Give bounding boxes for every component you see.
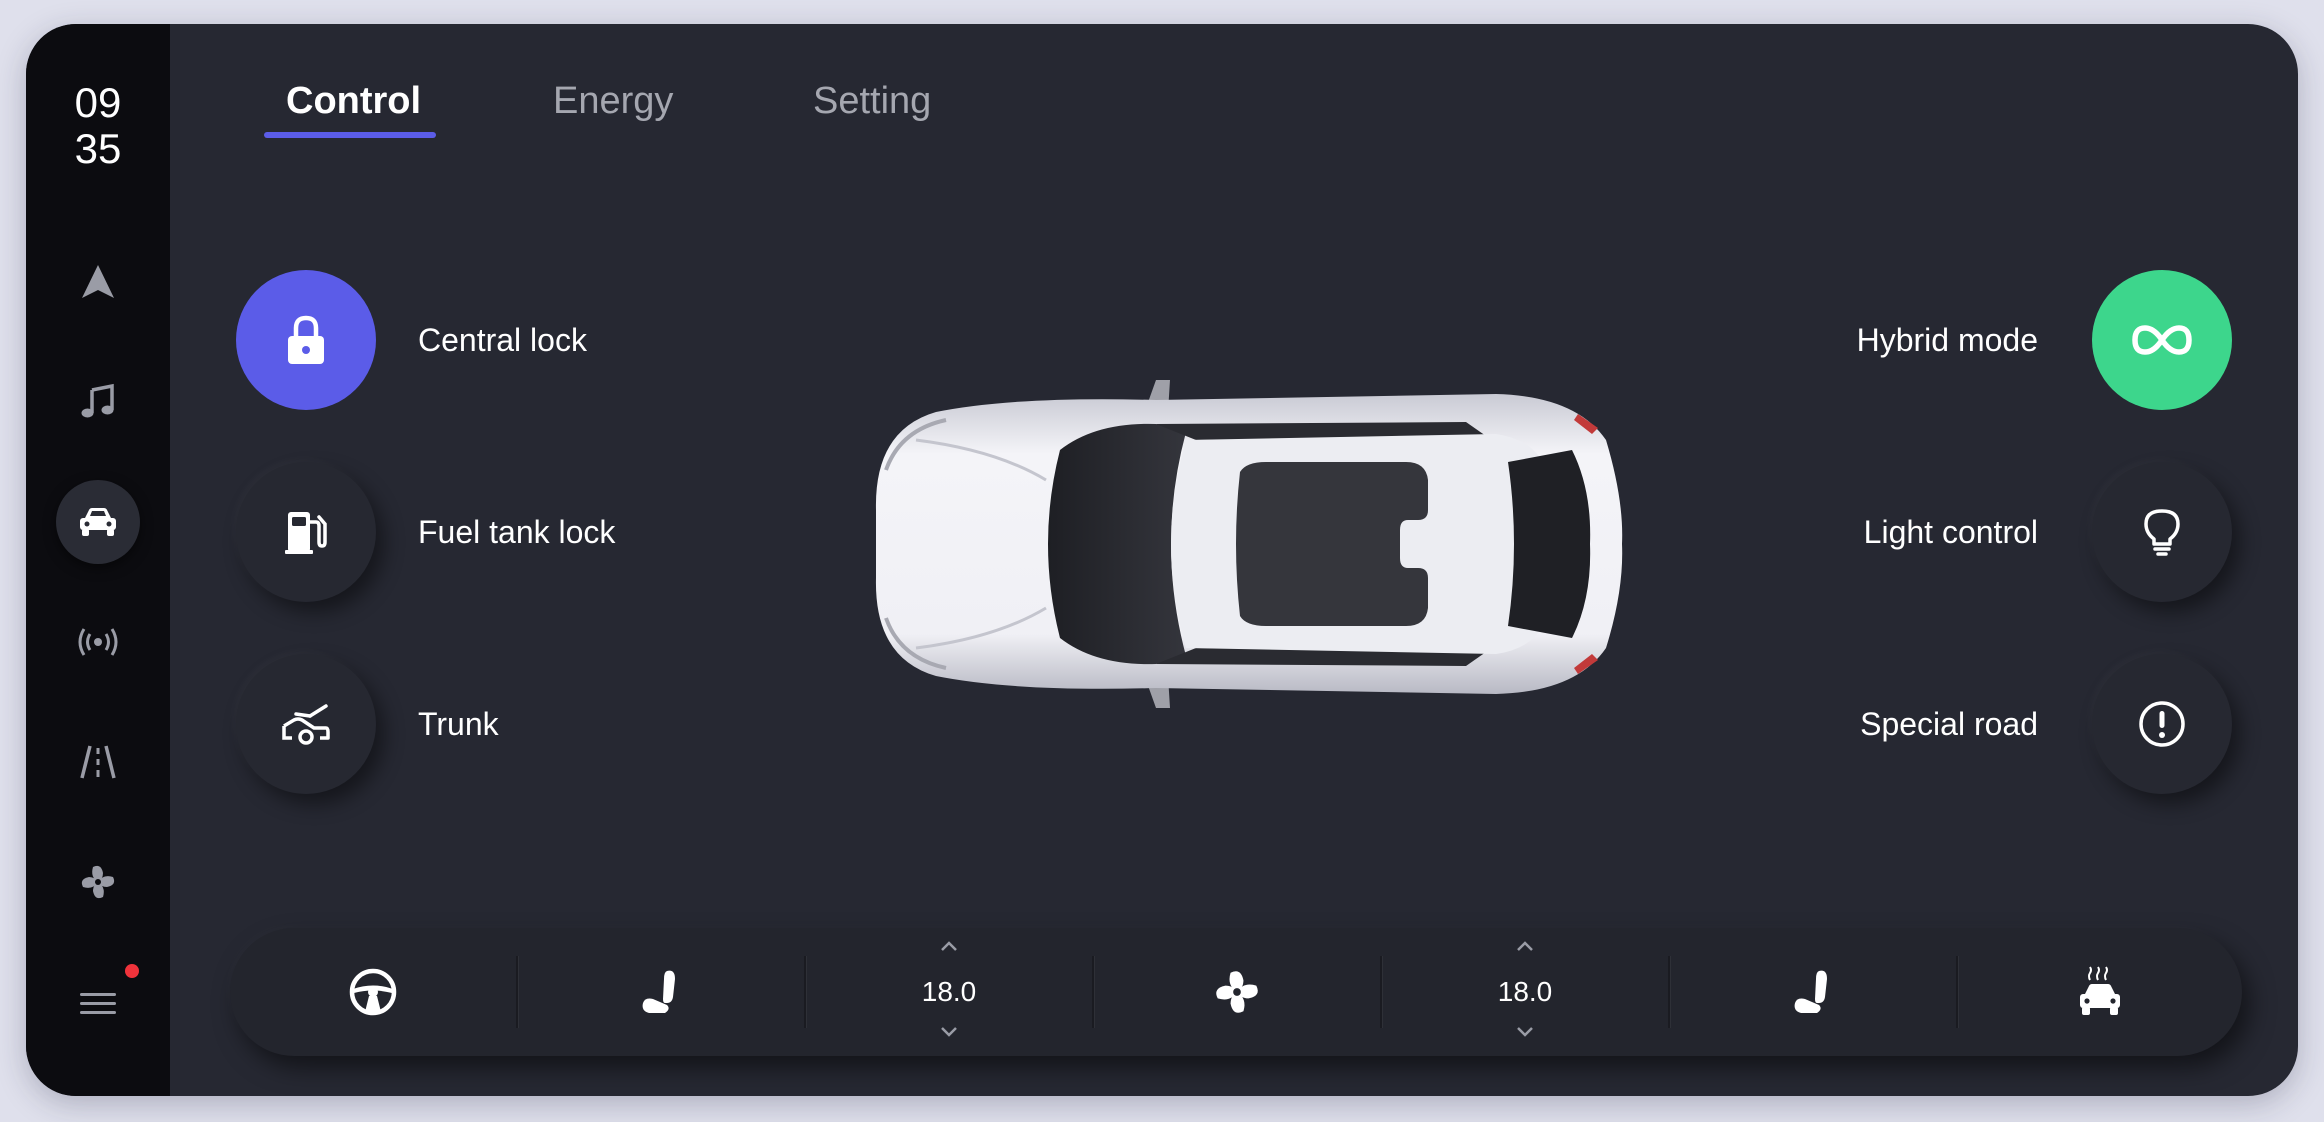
fan-icon bbox=[1216, 971, 1258, 1013]
fan-icon bbox=[81, 865, 115, 899]
central-lock-label: Central lock bbox=[418, 322, 587, 358]
sidebar-item-vehicle[interactable] bbox=[56, 480, 140, 564]
clock-minutes: 35 bbox=[74, 125, 122, 172]
fuel-pump-icon bbox=[285, 512, 327, 554]
tab-active-indicator bbox=[264, 132, 436, 138]
broadcast-icon bbox=[78, 628, 118, 656]
music-note-icon bbox=[81, 383, 114, 418]
fuel-tank-lock-button[interactable] bbox=[236, 462, 376, 602]
car-heat-icon bbox=[2080, 966, 2120, 1015]
steering-heat-button[interactable] bbox=[230, 928, 516, 1056]
sidebar-item-road[interactable] bbox=[56, 720, 140, 804]
hybrid-mode-button[interactable] bbox=[2092, 270, 2232, 410]
chevron-up-icon bbox=[1517, 941, 1533, 951]
driver-seat-heat-button[interactable] bbox=[518, 928, 804, 1056]
passenger-temperature-value: 18.0 bbox=[1497, 976, 1553, 1007]
tab-setting[interactable]: Setting bbox=[813, 76, 931, 126]
chevron-down-icon bbox=[1517, 1027, 1533, 1037]
driver-temperature-value: 18.0 bbox=[921, 976, 977, 1007]
steering-wheel-icon bbox=[349, 968, 397, 1016]
central-lock-button[interactable] bbox=[236, 270, 376, 410]
chevron-up-icon bbox=[941, 941, 957, 951]
trunk-button[interactable] bbox=[236, 654, 376, 794]
sidebar: 09 35 bbox=[26, 24, 170, 1096]
passenger-temperature-control: 18.0 bbox=[1382, 928, 1668, 1056]
chevron-down-icon bbox=[941, 1027, 957, 1037]
tab-energy[interactable]: Energy bbox=[553, 76, 673, 126]
light-control-button[interactable] bbox=[2092, 462, 2232, 602]
passenger-temp-up-button[interactable] bbox=[1382, 940, 1668, 952]
sidebar-item-music[interactable] bbox=[56, 360, 140, 444]
sidebar-item-connectivity[interactable] bbox=[56, 600, 140, 684]
passenger-temp-down-button[interactable] bbox=[1382, 1026, 1668, 1038]
tab-control[interactable]: Control bbox=[286, 76, 421, 126]
navigation-arrow-icon bbox=[82, 265, 114, 298]
sidebar-item-climate[interactable] bbox=[56, 840, 140, 924]
trunk-icon bbox=[282, 704, 330, 745]
driver-temp-down-button[interactable] bbox=[806, 1026, 1092, 1038]
menu-icon bbox=[80, 993, 116, 1014]
lock-icon bbox=[288, 315, 324, 364]
alert-circle-icon bbox=[2139, 701, 2185, 747]
driver-temperature-control: 18.0 bbox=[806, 928, 1092, 1056]
hybrid-mode-label: Hybrid mode bbox=[1856, 322, 2038, 358]
seat-icon bbox=[642, 970, 675, 1013]
fan-button[interactable] bbox=[1094, 928, 1380, 1056]
car-heat-button[interactable] bbox=[1958, 928, 2242, 1056]
car-top-view-image bbox=[856, 350, 1646, 738]
app-window: 09 35 Control Energy Setting Central loc… bbox=[26, 24, 2298, 1096]
sidebar-item-navigation[interactable] bbox=[56, 240, 140, 324]
special-road-button[interactable] bbox=[2092, 654, 2232, 794]
clock-hours: 09 bbox=[74, 79, 122, 126]
road-icon bbox=[80, 745, 116, 779]
car-icon bbox=[80, 508, 116, 536]
notification-badge bbox=[125, 964, 139, 978]
special-road-label: Special road bbox=[1860, 706, 2038, 742]
driver-temp-up-button[interactable] bbox=[806, 940, 1092, 952]
trunk-label: Trunk bbox=[418, 706, 499, 742]
infinity-icon bbox=[2132, 325, 2192, 355]
passenger-seat-heat-button[interactable] bbox=[1670, 928, 1956, 1056]
lightbulb-icon bbox=[2144, 509, 2180, 556]
climate-bar: 18.0 18.0 bbox=[230, 928, 2242, 1056]
seat-icon bbox=[1794, 970, 1827, 1013]
light-control-label: Light control bbox=[1863, 514, 2038, 550]
clock: 09 35 bbox=[26, 80, 170, 172]
fuel-tank-lock-label: Fuel tank lock bbox=[418, 514, 616, 550]
